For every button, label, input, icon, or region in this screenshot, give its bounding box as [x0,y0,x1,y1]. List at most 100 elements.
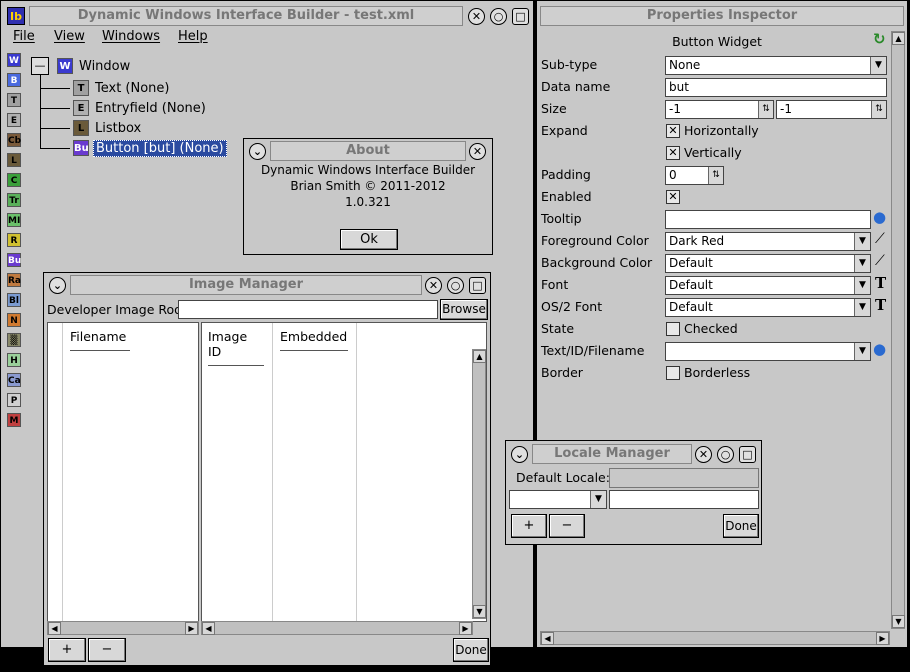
palette-item[interactable]: M [7,413,21,427]
horizontal-scrollbar[interactable]: ◀ ▶ [47,621,199,635]
tree-node-window[interactable]: Window [79,59,130,74]
palette-item[interactable]: C [7,173,21,187]
palette-item[interactable]: P [7,393,21,407]
menu-help[interactable]: Help [178,29,208,44]
palette-item[interactable]: N [7,313,21,327]
scroll-down-icon[interactable]: ▼ [473,605,486,618]
palette-item[interactable]: MI [7,213,21,227]
spinner-icon[interactable]: ⇅ [871,101,886,118]
tooltip-input[interactable] [665,210,871,229]
foreground-color-select[interactable]: Dark Red ▼ [665,232,871,251]
font-icon[interactable]: T [875,296,886,314]
brush-icon[interactable]: ⟋ [875,253,885,269]
palette-item[interactable]: Ra [7,273,21,287]
padding-input[interactable]: 0 ⇅ [665,166,724,185]
column-image-id[interactable]: Image ID [208,329,264,366]
subtype-select[interactable]: None ▼ [665,56,887,75]
os2-font-select[interactable]: Default ▼ [665,298,871,317]
scroll-left-icon[interactable]: ◀ [541,632,554,645]
globe-icon[interactable]: ● [873,208,886,226]
background-color-select[interactable]: Default ▼ [665,254,871,273]
palette-item[interactable]: ▒ [7,333,21,347]
chevron-down-icon[interactable]: ▼ [854,343,870,360]
window-menu-icon[interactable]: ⌄ [511,446,528,463]
globe-icon[interactable]: ● [873,340,886,358]
size-width-input[interactable]: -1 ⇅ [665,100,774,119]
scroll-up-icon[interactable]: ▲ [892,32,905,45]
window-menu-icon[interactable]: ⌄ [249,143,266,160]
palette-item[interactable]: Tr [7,193,21,207]
horizontal-scrollbar[interactable]: ◀ ▶ [540,631,890,645]
palette-item[interactable]: W [7,53,21,67]
palette-item[interactable]: T [7,93,21,107]
menu-file[interactable]: File [13,29,35,44]
dataname-input[interactable]: but [665,78,887,97]
palette-item[interactable]: Bl [7,293,21,307]
tree-node-text[interactable]: Text (None) [95,81,169,96]
scroll-right-icon[interactable]: ▶ [185,622,198,635]
window-menu-icon[interactable]: ⌄ [49,277,66,294]
scroll-right-icon[interactable]: ▶ [876,632,889,645]
enabled-checkbox[interactable]: ✕ [666,190,680,204]
palette-item[interactable]: Bu [7,253,21,267]
locale-text-input[interactable] [609,490,759,509]
scroll-left-icon[interactable]: ◀ [202,622,215,635]
close-icon[interactable]: ✕ [695,446,712,463]
close-icon[interactable]: ✕ [469,143,486,160]
app-icon[interactable]: Ib [7,7,25,25]
filename-list[interactable]: Filename [47,322,199,622]
scroll-right-icon[interactable]: ▶ [459,622,472,635]
tree-node-entryfield[interactable]: Entryfield (None) [95,101,206,116]
image-root-input[interactable] [178,300,438,319]
remove-image-button[interactable]: − [88,638,126,662]
palette-item[interactable]: H [7,353,21,367]
locale-select[interactable]: ▼ [509,490,607,509]
scroll-left-icon[interactable]: ◀ [48,622,61,635]
column-filename[interactable]: Filename [70,329,130,351]
palette-item[interactable]: R [7,233,21,247]
scroll-up-icon[interactable]: ▲ [473,350,486,363]
tree-expander[interactable]: — [31,57,49,75]
add-locale-button[interactable]: + [511,514,547,538]
chevron-down-icon[interactable]: ▼ [870,57,886,74]
close-icon[interactable]: ✕ [468,8,485,25]
menu-view[interactable]: View [54,29,85,44]
state-checkbox[interactable] [666,322,680,336]
minimize-icon[interactable]: ○ [447,277,464,294]
text-id-select[interactable]: ▼ [665,342,871,361]
expand-vertical-checkbox[interactable]: ✕ [666,146,680,160]
chevron-down-icon[interactable]: ▼ [854,255,870,272]
spinner-icon[interactable]: ⇅ [758,101,773,118]
spinner-icon[interactable]: ⇅ [708,167,723,184]
palette-item[interactable]: Ca [7,373,21,387]
add-image-button[interactable]: + [48,638,86,662]
done-button[interactable]: Done [453,638,489,662]
minimize-icon[interactable]: ○ [490,8,507,25]
font-select[interactable]: Default ▼ [665,276,871,295]
browse-button[interactable]: Browse [440,299,488,320]
brush-icon[interactable]: ⟋ [875,231,885,247]
horizontal-scrollbar[interactable]: ◀ ▶ [201,621,473,635]
ok-button[interactable]: Ok [340,229,398,250]
vertical-scrollbar[interactable]: ▲ ▼ [891,31,905,629]
vertical-scrollbar[interactable]: ▲ ▼ [472,349,486,619]
maximize-icon[interactable]: □ [469,277,486,294]
chevron-down-icon[interactable]: ▼ [590,491,606,508]
scroll-down-icon[interactable]: ▼ [892,615,905,628]
minimize-icon[interactable]: ○ [717,446,734,463]
tree-node-listbox[interactable]: Listbox [95,121,141,136]
palette-item[interactable]: L [7,153,21,167]
close-icon[interactable]: ✕ [425,277,442,294]
locale-done-button[interactable]: Done [723,514,759,538]
chevron-down-icon[interactable]: ▼ [854,277,870,294]
maximize-icon[interactable]: □ [739,446,756,463]
size-height-input[interactable]: -1 ⇅ [776,100,887,119]
font-icon[interactable]: T [875,274,886,292]
palette-item[interactable]: E [7,113,21,127]
chevron-down-icon[interactable]: ▼ [854,233,870,250]
menu-windows[interactable]: Windows [102,29,160,44]
expand-horizontal-checkbox[interactable]: ✕ [666,124,680,138]
refresh-icon[interactable]: ↻ [873,30,886,48]
maximize-icon[interactable]: □ [512,8,529,25]
tree-node-button-selected[interactable]: Button [but] (None) [93,140,227,157]
